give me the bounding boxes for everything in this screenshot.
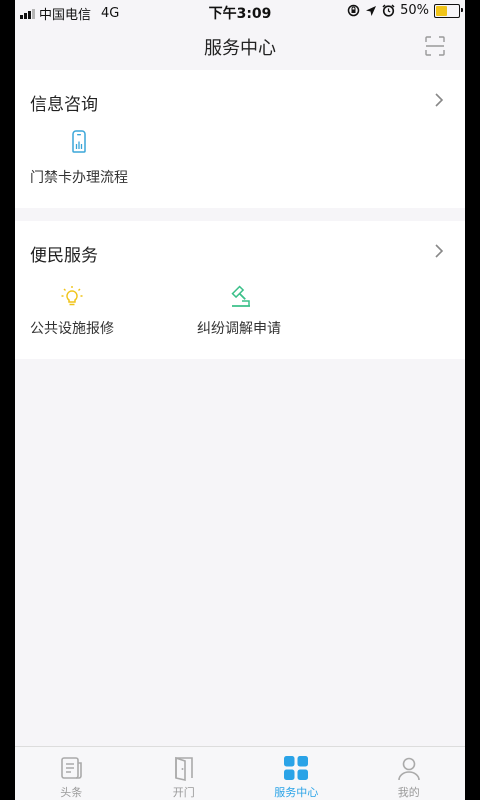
grid-icon	[284, 756, 309, 780]
section-title: 便民服务	[30, 246, 98, 266]
tab-label: 服务中心	[274, 786, 319, 799]
battery-icon	[434, 3, 463, 18]
rotation-lock-icon	[347, 4, 360, 17]
news-icon	[61, 757, 83, 779]
title-bar: 服务中心	[15, 24, 465, 68]
location-arrow-icon	[366, 5, 377, 16]
tab-label: 我的	[397, 786, 420, 799]
section-convenience-service: 便民服务 公共设施报修 纠纷调解申请	[15, 221, 465, 359]
service-item-label: 门禁卡办理流程	[30, 170, 128, 186]
bottom-tab-bar: 头条 开门 服务中心 我的	[15, 746, 465, 800]
tab-mine[interactable]: 我的	[353, 747, 466, 800]
section-title: 信息咨询	[30, 95, 98, 115]
door-icon	[174, 756, 193, 781]
tab-open-door[interactable]: 开门	[128, 747, 241, 800]
status-right: 50%	[347, 3, 463, 18]
service-item-label: 纠纷调解申请	[197, 321, 281, 337]
service-item-label: 公共设施报修	[30, 321, 114, 337]
access-card-icon	[72, 130, 86, 153]
status-bar: 中国电信 4G 下午3:09 50%	[15, 0, 465, 24]
chevron-right-icon[interactable]	[433, 92, 445, 108]
tab-headlines[interactable]: 头条	[15, 747, 128, 800]
section-info-consult: 信息咨询 门禁卡办理流程	[15, 70, 465, 208]
tab-service-center[interactable]: 服务中心	[240, 747, 353, 800]
user-icon	[397, 757, 420, 781]
alarm-icon	[382, 4, 395, 17]
app-screen: 中国电信 4G 下午3:09 50% 服务中心 信息咨询 门禁卡办理流程 便民服…	[15, 0, 465, 800]
page-title: 服务中心	[204, 38, 276, 59]
lightbulb-icon	[61, 286, 83, 306]
gavel-icon	[231, 285, 250, 307]
scan-icon[interactable]	[425, 36, 445, 56]
tab-label: 开门	[172, 786, 195, 799]
chevron-right-icon[interactable]	[433, 243, 445, 259]
tab-label: 头条	[60, 786, 83, 799]
battery-percent: 50%	[400, 3, 429, 18]
